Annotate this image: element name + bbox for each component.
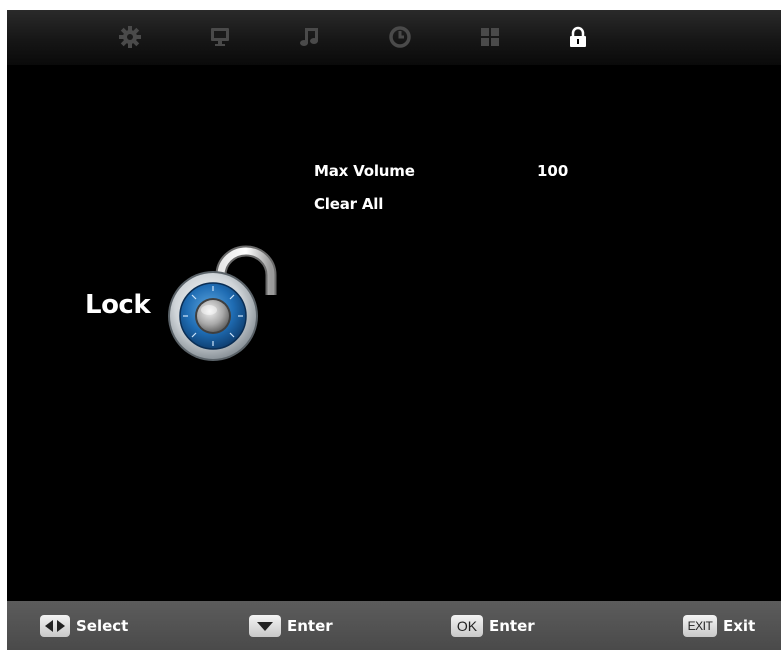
hint-enter-down-label: Enter: [287, 617, 333, 635]
key-hint-bar: Select Enter OK Enter EXIT Exit: [7, 601, 781, 650]
hint-exit: EXIT Exit: [683, 613, 755, 639]
hint-select: Select: [40, 613, 128, 639]
tab-lock[interactable]: [565, 24, 591, 50]
tab-sound[interactable]: [297, 24, 323, 50]
hint-enter-down: Enter: [249, 613, 333, 639]
clock-icon: [389, 26, 411, 48]
menu-item-clear-all[interactable]: Clear All: [314, 195, 383, 213]
padlock-icon: [168, 245, 277, 361]
menu-item-max-volume[interactable]: Max Volume: [314, 162, 415, 180]
tab-apps[interactable]: [477, 24, 503, 50]
tab-settings[interactable]: [117, 24, 143, 50]
hint-select-label: Select: [76, 617, 129, 635]
lock-menu-panel: Max Volume 100 Clear All Lock: [7, 65, 781, 601]
category-tab-bar: [7, 10, 781, 65]
page-title: Lock: [85, 290, 151, 320]
gear-icon: [119, 26, 141, 48]
left-right-arrows-icon: [40, 615, 70, 637]
ok-key: OK: [451, 615, 483, 637]
hint-enter-ok-label: Enter: [489, 617, 535, 635]
tab-time[interactable]: [387, 24, 413, 50]
tv-menu-screen: Max Volume 100 Clear All Lock Select Ent…: [7, 10, 781, 650]
monitor-icon: [211, 28, 229, 46]
lock-icon: [570, 26, 586, 47]
hint-enter-ok: OK Enter: [451, 613, 535, 639]
hint-exit-label: Exit: [723, 617, 756, 635]
grid-icon: [481, 28, 499, 46]
music-note-icon: [300, 28, 318, 46]
tab-picture[interactable]: [207, 24, 233, 50]
max-volume-value[interactable]: 100: [537, 162, 568, 180]
down-arrow-icon: [249, 615, 281, 637]
exit-key: EXIT: [683, 615, 717, 637]
